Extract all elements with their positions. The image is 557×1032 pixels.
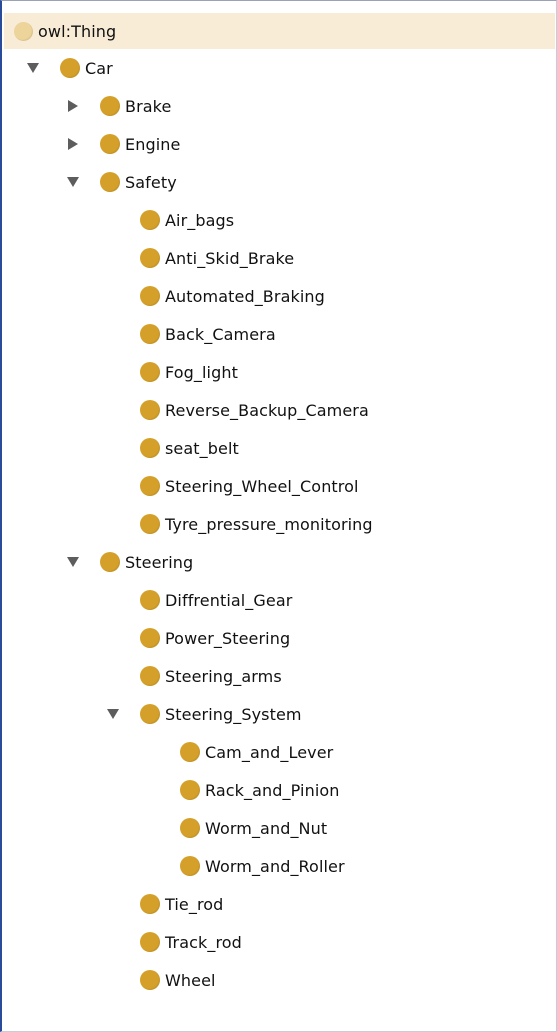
class-label: Car: [85, 58, 113, 78]
tree-row-leaf[interactable]: Tyre_pressure_monitoring: [4, 505, 555, 543]
expand-toggle[interactable]: [66, 99, 80, 113]
class-circle-icon: [140, 248, 160, 268]
tree-row-brake[interactable]: Brake: [4, 87, 555, 125]
class-label: seat_belt: [165, 438, 239, 458]
triangle-down-icon: [27, 63, 39, 73]
class-label: Fog_light: [165, 362, 238, 382]
tree-row-leaf[interactable]: Back_Camera: [4, 315, 555, 353]
class-label: Rack_and_Pinion: [205, 780, 340, 800]
class-circle-icon: [140, 932, 160, 952]
class-hierarchy-panel: owl:Thing Car Brake Engine Safety Air_ba…: [0, 0, 557, 1032]
class-label: Worm_and_Nut: [205, 818, 328, 838]
tree-row-leaf[interactable]: Tie_rod: [4, 885, 555, 923]
class-label: Tyre_pressure_monitoring: [165, 514, 373, 534]
tree-row-leaf[interactable]: Power_Steering: [4, 619, 555, 657]
class-circle-icon: [140, 970, 160, 990]
class-label: Wheel: [165, 970, 216, 990]
class-circle-icon: [100, 96, 120, 116]
tree-row-steering[interactable]: Steering: [4, 543, 555, 581]
triangle-right-icon: [68, 138, 78, 150]
triangle-down-icon: [67, 177, 79, 187]
expand-toggle[interactable]: [26, 61, 40, 75]
class-circle-icon: [60, 58, 80, 78]
class-label: Worm_and_Roller: [205, 856, 345, 876]
class-circle-icon: [140, 514, 160, 534]
class-label: Safety: [125, 172, 177, 192]
triangle-down-icon: [107, 709, 119, 719]
tree-row-car[interactable]: Car: [4, 49, 555, 87]
tree-row-leaf[interactable]: Worm_and_Roller: [4, 847, 555, 885]
tree-row-leaf[interactable]: Rack_and_Pinion: [4, 771, 555, 809]
class-label: Engine: [125, 134, 181, 154]
tree-row-leaf[interactable]: Automated_Braking: [4, 277, 555, 315]
triangle-right-icon: [68, 100, 78, 112]
class-circle-icon: [140, 438, 160, 458]
class-circle-icon: [180, 856, 200, 876]
tree-row-leaf[interactable]: Air_bags: [4, 201, 555, 239]
class-circle-icon: [140, 286, 160, 306]
class-label: Tie_rod: [165, 894, 224, 914]
class-circle-icon: [14, 21, 33, 41]
tree-row-steering-system[interactable]: Steering_System: [4, 695, 555, 733]
expand-toggle[interactable]: [66, 137, 80, 151]
class-label: Automated_Braking: [165, 286, 325, 306]
class-circle-icon: [180, 780, 200, 800]
class-circle-icon: [180, 742, 200, 762]
class-label: Steering_Wheel_Control: [165, 476, 359, 496]
class-circle-icon: [140, 704, 160, 724]
tree-row-safety[interactable]: Safety: [4, 163, 555, 201]
tree-row-leaf[interactable]: Anti_Skid_Brake: [4, 239, 555, 277]
class-circle-icon: [140, 476, 160, 496]
expand-toggle[interactable]: [66, 555, 80, 569]
tree-row-leaf[interactable]: seat_belt: [4, 429, 555, 467]
tree-row-leaf[interactable]: Steering_arms: [4, 657, 555, 695]
expand-toggle[interactable]: [66, 175, 80, 189]
class-circle-icon: [140, 324, 160, 344]
tree-row-leaf[interactable]: Diffrential_Gear: [4, 581, 555, 619]
class-label: Anti_Skid_Brake: [165, 248, 295, 268]
triangle-down-icon: [67, 557, 79, 567]
class-label: Cam_and_Lever: [205, 742, 334, 762]
tree-row-leaf[interactable]: Worm_and_Nut: [4, 809, 555, 847]
class-label: Track_rod: [165, 932, 242, 952]
class-circle-icon: [140, 362, 160, 382]
class-circle-icon: [140, 628, 160, 648]
class-circle-icon: [140, 666, 160, 686]
class-label: Diffrential_Gear: [165, 590, 293, 610]
class-label: Steering_arms: [165, 666, 282, 686]
tree-row-leaf[interactable]: Steering_Wheel_Control: [4, 467, 555, 505]
class-label: Brake: [125, 96, 172, 116]
tree-row-leaf[interactable]: Track_rod: [4, 923, 555, 961]
class-label: Back_Camera: [165, 324, 276, 344]
class-circle-icon: [140, 590, 160, 610]
tree-row-owl-thing[interactable]: owl:Thing: [4, 13, 555, 49]
class-circle-icon: [100, 552, 120, 572]
expand-toggle[interactable]: [106, 707, 120, 721]
class-circle-icon: [140, 894, 160, 914]
class-label: Air_bags: [165, 210, 235, 230]
class-circle-icon: [100, 134, 120, 154]
class-circle-icon: [180, 818, 200, 838]
tree-row-engine[interactable]: Engine: [4, 125, 555, 163]
tree-row-leaf[interactable]: Fog_light: [4, 353, 555, 391]
class-label: Reverse_Backup_Camera: [165, 400, 369, 420]
tree-row-leaf[interactable]: Wheel: [4, 961, 555, 999]
tree-row-leaf[interactable]: Cam_and_Lever: [4, 733, 555, 771]
class-tree: owl:Thing Car Brake Engine Safety Air_ba…: [4, 13, 555, 999]
class-label: owl:Thing: [38, 21, 117, 41]
class-label: Power_Steering: [165, 628, 291, 648]
class-label: Steering: [125, 552, 194, 572]
class-label: Steering_System: [165, 704, 302, 724]
class-circle-icon: [140, 210, 160, 230]
class-circle-icon: [100, 172, 120, 192]
tree-row-leaf[interactable]: Reverse_Backup_Camera: [4, 391, 555, 429]
class-circle-icon: [140, 400, 160, 420]
